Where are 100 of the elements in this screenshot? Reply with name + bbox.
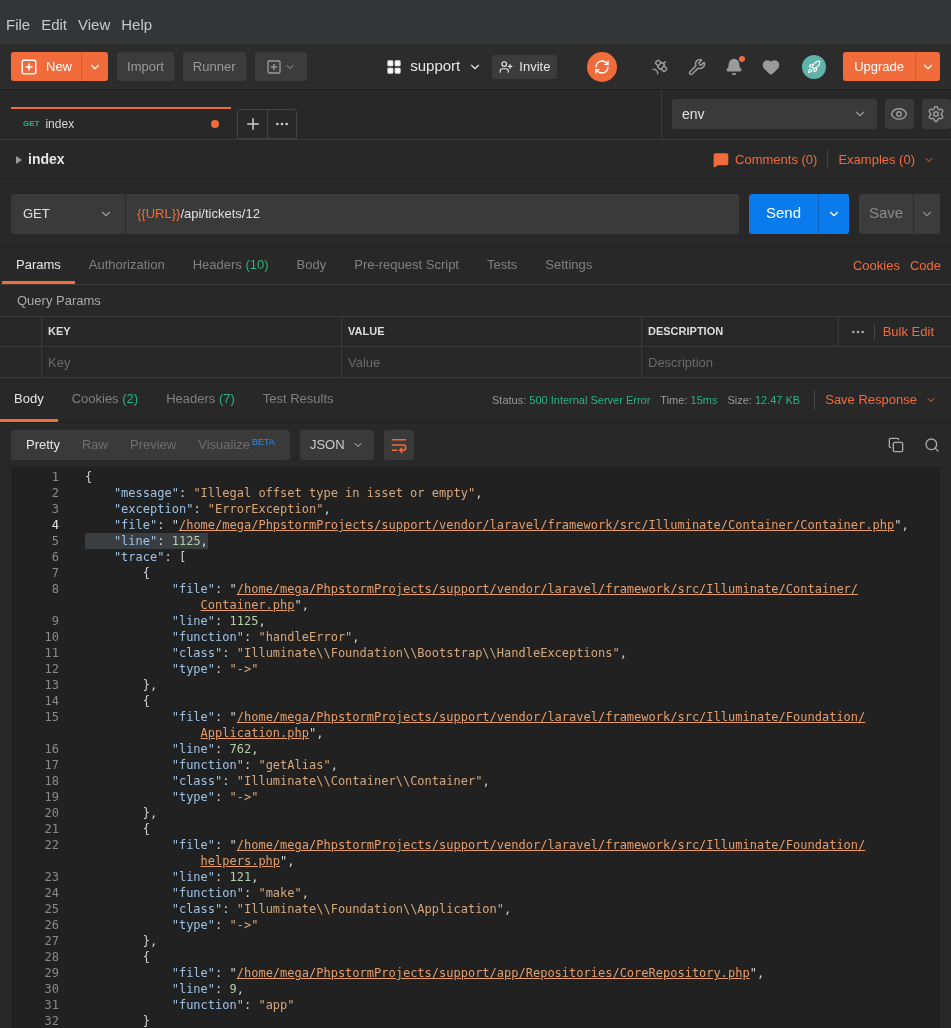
- code-line: {: [141, 949, 151, 965]
- code-line: },: [141, 933, 158, 949]
- line-number: 20: [43, 805, 59, 821]
- section-tab[interactable]: Body: [0, 378, 58, 422]
- workspace-button[interactable]: support: [386, 55, 483, 78]
- table-input[interactable]: Key: [42, 347, 341, 377]
- code-line: "exception": "ErrorException",: [112, 501, 331, 517]
- section-tab[interactable]: Body: [282, 248, 341, 284]
- line-number: 32: [43, 1013, 59, 1028]
- section-tab[interactable]: Headers (7): [152, 378, 249, 422]
- save-button[interactable]: Save: [859, 193, 940, 234]
- menu-item[interactable]: View: [78, 13, 111, 36]
- request-name: index: [28, 150, 66, 169]
- line-number: 29: [43, 965, 59, 981]
- table-input[interactable]: Description: [642, 347, 951, 377]
- comments-link[interactable]: Comments (0): [713, 149, 829, 170]
- section-tab[interactable]: Params: [2, 248, 75, 284]
- code-line: {: [141, 693, 151, 709]
- section-tab[interactable]: Tests: [473, 248, 532, 284]
- line-number: 24: [43, 885, 59, 901]
- examples-link[interactable]: Examples (0): [828, 149, 935, 170]
- line-number: 4: [50, 517, 59, 533]
- plus-icon: [20, 57, 38, 76]
- code-line: "file": "/home/mega/PhpstormProjects/support/vendor/laravel/framework/src/Illuminate/Container/Container.php",: [112, 517, 909, 533]
- comment-icon: [713, 151, 730, 168]
- code-line: "line": 9,: [170, 981, 244, 997]
- environment-select[interactable]: env: [672, 99, 877, 129]
- format-select[interactable]: JSON: [299, 430, 374, 460]
- runner-button[interactable]: Runner: [182, 52, 246, 81]
- line-number: 2: [50, 485, 59, 501]
- section-tab[interactable]: Headers (10): [178, 248, 283, 284]
- bulk-edit-link[interactable]: Bulk Edit: [882, 321, 934, 342]
- code-line: }: [141, 1013, 151, 1028]
- code-line: "class": "Illuminate\\Container\\Container",: [170, 773, 490, 789]
- code-line: Application.php",: [200, 725, 324, 741]
- line-number: 8: [50, 581, 59, 597]
- section-tab[interactable]: Settings: [531, 248, 607, 284]
- code-line: {: [141, 821, 151, 837]
- sync-icon[interactable]: [587, 51, 618, 82]
- send-button[interactable]: Send: [749, 193, 849, 234]
- satellite-icon[interactable]: [651, 57, 670, 76]
- search-icon[interactable]: [924, 437, 940, 453]
- code-line: "line": 1125,: [170, 613, 266, 629]
- copy-icon[interactable]: [888, 437, 904, 453]
- code-line: "file": "/home/mega/PhpstormProjects/support/vendor/laravel/framework/src/Illuminate/Foundation/: [170, 837, 866, 853]
- menu-item[interactable]: File: [6, 13, 31, 36]
- line-number: 16: [43, 741, 59, 757]
- section-title: Query Params: [17, 291, 101, 310]
- upgrade-button[interactable]: Upgrade: [843, 52, 940, 81]
- method-select[interactable]: GET: [11, 193, 126, 234]
- line-number: 19: [43, 789, 59, 805]
- code-line: {: [85, 469, 93, 485]
- line-number: 31: [43, 997, 59, 1013]
- code-line: helpers.php",: [200, 853, 295, 869]
- wrench-icon[interactable]: [688, 57, 707, 76]
- line-number: 10: [43, 629, 59, 645]
- section-tab[interactable]: Authorization: [74, 248, 179, 284]
- new-window-button[interactable]: [254, 52, 307, 81]
- heart-icon[interactable]: [762, 57, 781, 76]
- code-line: "file": "/home/mega/PhpstormProjects/support/vendor/laravel/framework/src/Illuminate/Container/: [170, 581, 859, 597]
- line-number: 1: [50, 469, 59, 485]
- response-meta: Status: 500 Internal Server Error: [492, 392, 651, 408]
- view-mode-tab[interactable]: Pretty: [15, 430, 71, 460]
- request-link[interactable]: Cookies: [852, 256, 900, 276]
- code-line: "file": "/home/mega/PhpstormProjects/support/app/Repositories/CoreRepository.php",: [170, 965, 765, 981]
- eye-icon[interactable]: [884, 99, 914, 129]
- import-button[interactable]: Import: [117, 52, 174, 81]
- settings-icon[interactable]: [921, 99, 951, 129]
- invite-button[interactable]: Invite: [492, 54, 558, 79]
- notifications-icon[interactable]: [725, 57, 744, 76]
- code-line: "class": "Illuminate\\Foundation\\Bootstrap\\HandleExceptions",: [170, 645, 627, 661]
- wrap-icon[interactable]: [383, 430, 414, 460]
- expand-icon[interactable]: [16, 155, 22, 164]
- line-number: 6: [50, 549, 59, 565]
- code-line: "trace": [: [112, 549, 187, 565]
- url-field[interactable]: {{URL}}/api/tickets/12: [126, 193, 739, 234]
- column-header: DESCRIPTION: [648, 324, 724, 340]
- new-button[interactable]: New: [11, 52, 108, 81]
- code-line: {: [141, 565, 151, 581]
- menu-item[interactable]: Help: [121, 13, 153, 36]
- line-number: 17: [43, 757, 59, 773]
- line-number: 28: [43, 949, 59, 965]
- save-response-button[interactable]: Save Response: [825, 390, 937, 410]
- request-link[interactable]: Code: [909, 256, 941, 276]
- line-number: 9: [50, 613, 59, 629]
- code-line: "type": "->": [170, 789, 259, 805]
- line-number: 23: [43, 869, 59, 885]
- plus-icon: [265, 58, 282, 75]
- section-tab[interactable]: Test Results: [248, 378, 348, 422]
- section-tab[interactable]: Pre-request Script: [340, 248, 473, 284]
- rocket-icon[interactable]: [802, 54, 827, 79]
- code-line: },: [141, 805, 158, 821]
- line-number: 18: [43, 773, 59, 789]
- line-number: 7: [50, 565, 59, 581]
- line-number: 26: [43, 917, 59, 933]
- line-number: 21: [43, 821, 59, 837]
- section-tab[interactable]: Cookies (2): [57, 378, 153, 422]
- code-line: Container.php",: [200, 597, 309, 613]
- table-input[interactable]: Value: [342, 347, 641, 377]
- menu-item[interactable]: Edit: [41, 13, 68, 36]
